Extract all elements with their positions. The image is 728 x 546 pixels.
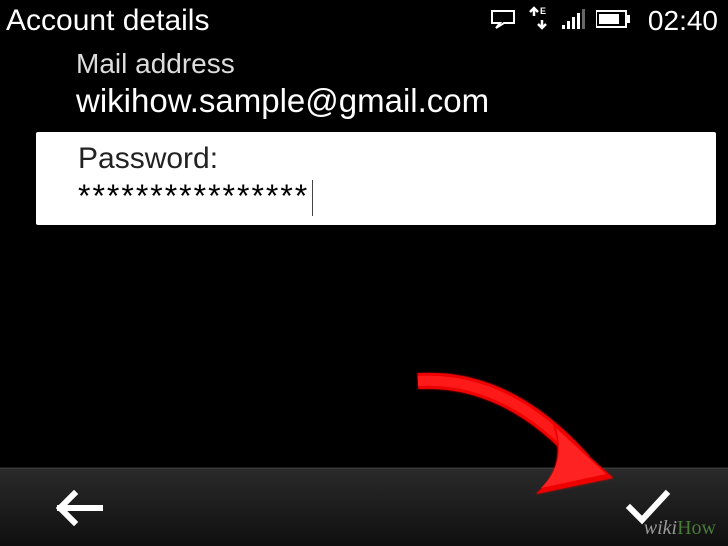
mail-value: wikihow.sample@gmail.com [76,82,728,120]
bottom-bar [0,468,728,546]
password-input[interactable]: Password: **************** [36,132,716,225]
page-title: Account details [6,4,209,38]
status-bar: Account details E 02:40 [0,0,728,38]
sync-icon: E [526,6,550,37]
signal-icon [560,8,586,35]
password-value: **************** [78,178,309,215]
svg-text:E: E [540,6,546,16]
content-area: Mail address wikihow.sample@gmail.com Pa… [0,38,728,225]
battery-icon [596,9,632,34]
reply-icon [490,9,516,34]
password-label: Password: [78,142,698,176]
back-button[interactable] [50,478,110,538]
text-cursor [312,180,313,216]
back-arrow-icon [56,490,104,526]
mail-label: Mail address [76,48,728,80]
clock: 02:40 [648,5,718,37]
watermark: wikiHow [644,517,716,540]
status-icons: E 02:40 [490,5,718,37]
